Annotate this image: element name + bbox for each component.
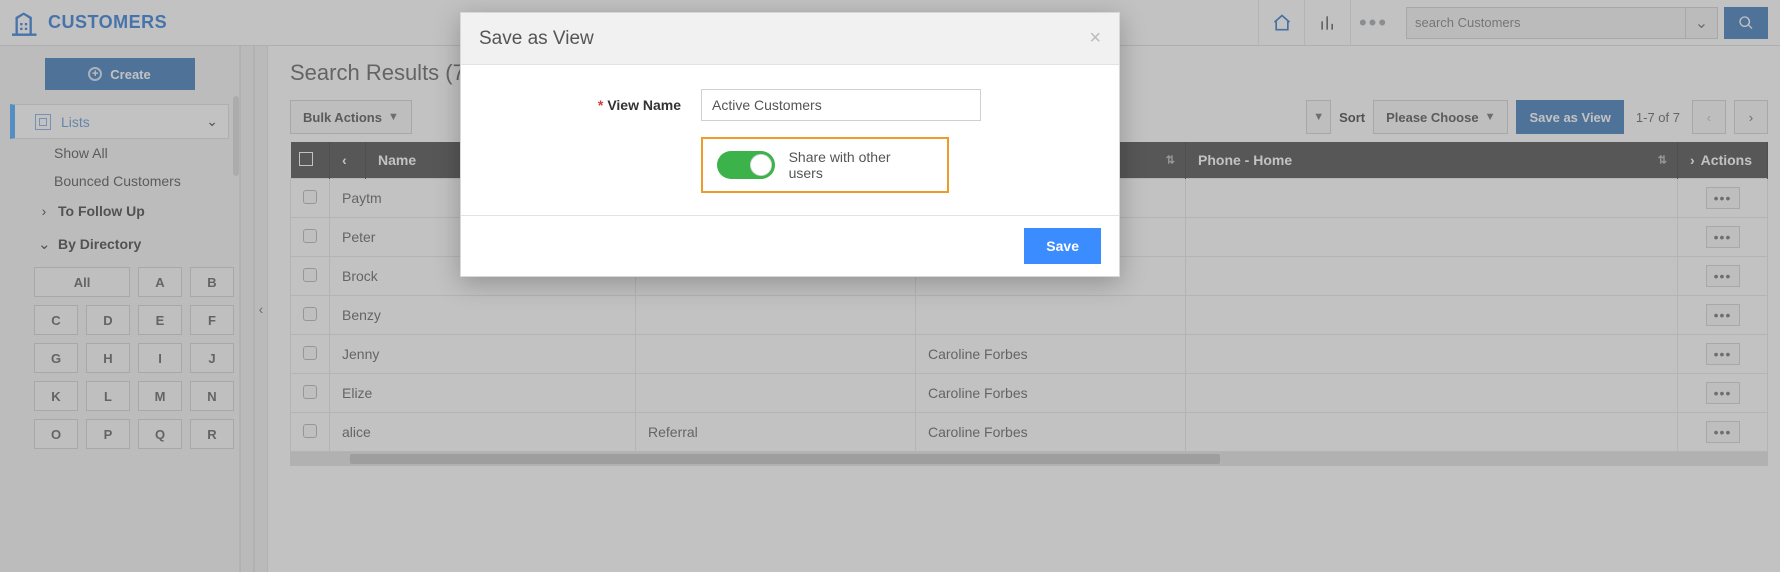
share-toggle[interactable] xyxy=(717,151,775,179)
view-name-field: *View Name xyxy=(481,89,1099,121)
save-as-view-dialog: Save as View × *View Name Share with oth… xyxy=(460,12,1120,277)
view-name-label: *View Name xyxy=(481,97,681,113)
dialog-body: *View Name Share with other users xyxy=(461,65,1119,215)
dialog-title: Save as View xyxy=(479,28,594,50)
close-icon: × xyxy=(1089,27,1101,49)
dialog-footer: Save xyxy=(461,215,1119,276)
dialog-header: Save as View × xyxy=(461,13,1119,65)
toggle-knob xyxy=(750,154,772,176)
dialog-save-button[interactable]: Save xyxy=(1024,228,1101,264)
share-with-others-row: Share with other users xyxy=(701,137,949,193)
dialog-close-button[interactable]: × xyxy=(1089,27,1101,50)
share-toggle-label: Share with other users xyxy=(789,149,923,181)
view-name-input[interactable] xyxy=(701,89,981,121)
